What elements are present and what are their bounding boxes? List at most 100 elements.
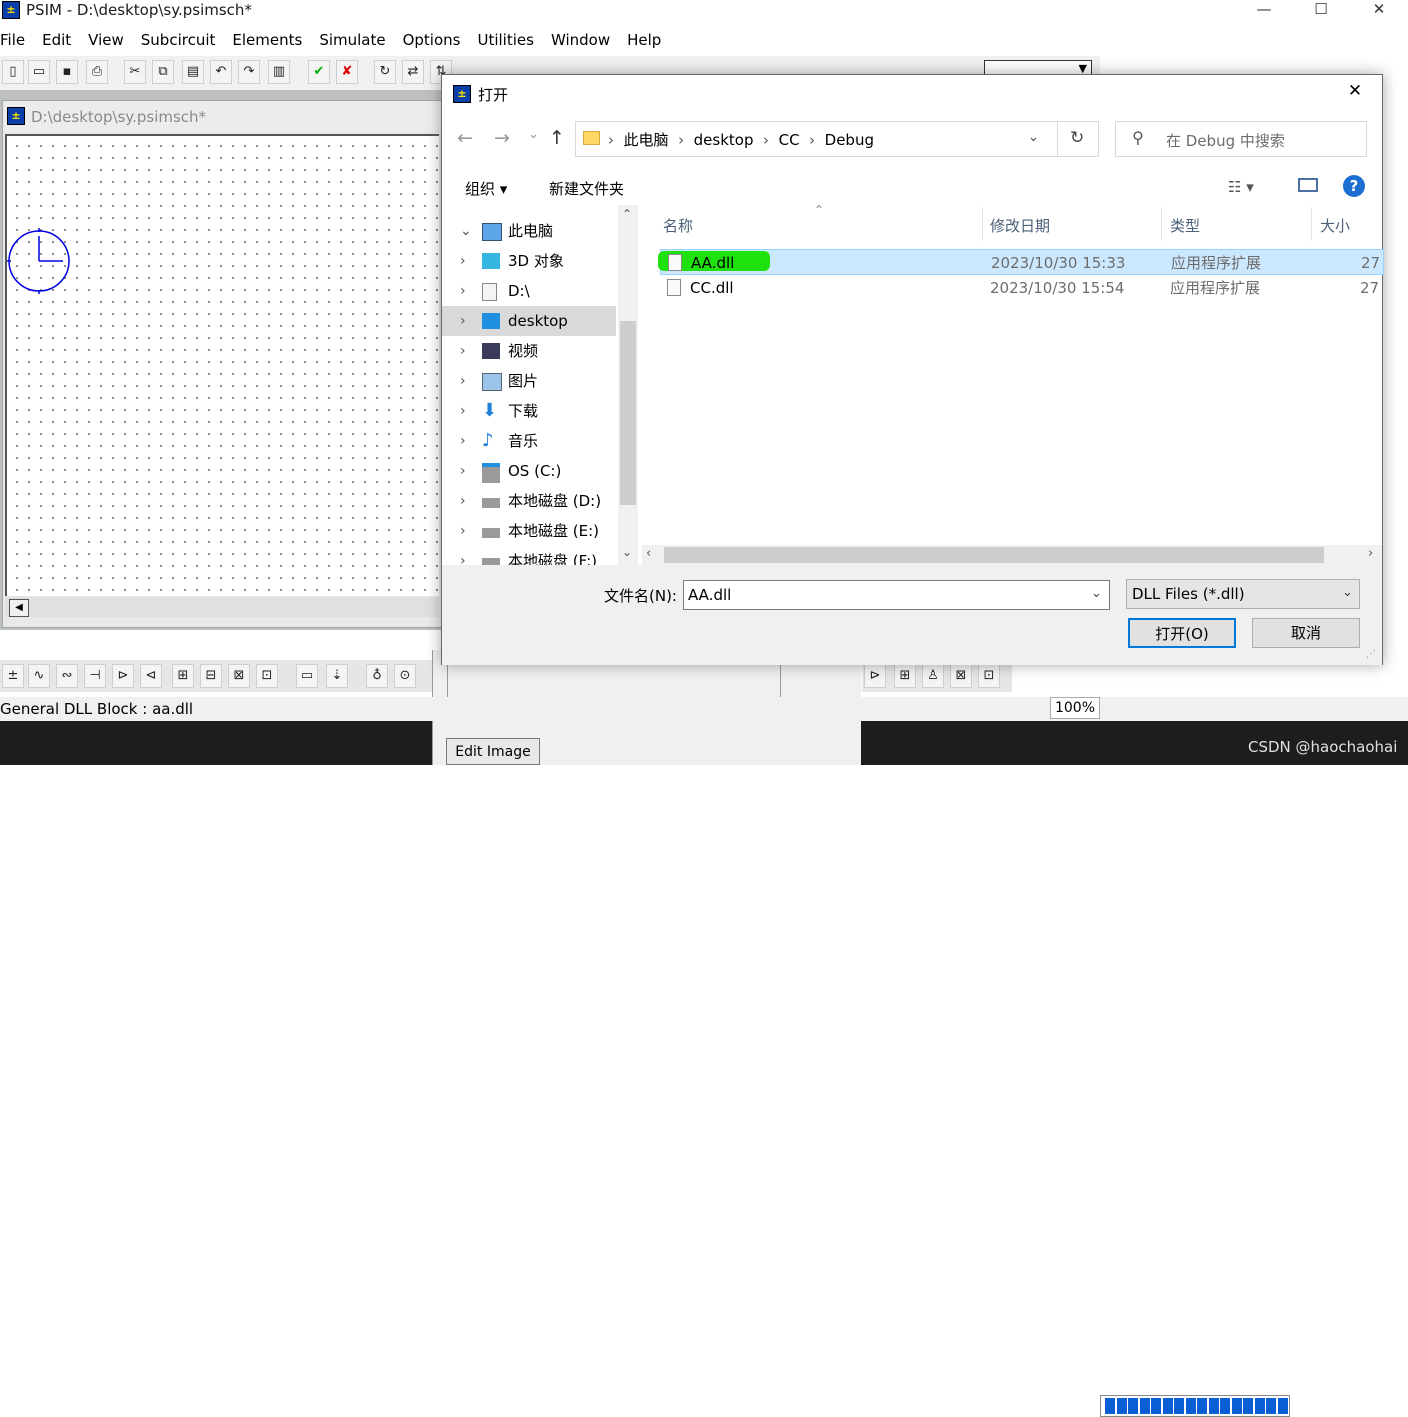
cancel-x-icon[interactable]: ✘ bbox=[336, 60, 358, 84]
new-folder-button[interactable]: 新建文件夹 bbox=[549, 178, 624, 199]
inductor-icon[interactable]: ∾ bbox=[56, 664, 78, 688]
nav-item-local-f[interactable]: › 本地磁盘 (F:) bbox=[442, 546, 616, 565]
clock-source-symbol[interactable] bbox=[7, 226, 77, 296]
maximize-button[interactable]: ☐ bbox=[1298, 0, 1344, 20]
dll-block-icon[interactable]: ⊡ bbox=[978, 664, 1000, 688]
help-icon[interactable]: ? bbox=[1343, 175, 1365, 197]
scroll-left-icon[interactable]: ◀ bbox=[9, 599, 29, 617]
refresh-icon[interactable]: ↻ bbox=[1070, 128, 1084, 148]
nav-item-c-drive[interactable]: › OS (C:) bbox=[442, 456, 616, 486]
copy-icon[interactable]: ⧉ bbox=[152, 60, 174, 84]
column-type[interactable]: 类型 bbox=[1170, 215, 1200, 236]
scroll-up-icon[interactable]: ⌃ bbox=[622, 207, 632, 221]
save-icon[interactable]: ▪ bbox=[56, 60, 78, 84]
menu-edit[interactable]: Edit bbox=[42, 27, 79, 53]
preview-pane-icon[interactable] bbox=[1298, 178, 1318, 192]
undo-icon[interactable]: ↶ bbox=[210, 60, 232, 84]
scroll-left-icon[interactable]: ‹ bbox=[646, 546, 651, 561]
clipboard-icon[interactable]: ▥ bbox=[268, 60, 290, 84]
recent-locations-icon[interactable]: ⌄ bbox=[528, 127, 539, 142]
files-horizontal-scrollbar[interactable]: ‹ › bbox=[642, 545, 1382, 565]
nav-item-d-drive[interactable]: › D:\ bbox=[442, 276, 616, 306]
file-type-filter[interactable]: DLL Files (*.dll) ⌄ bbox=[1126, 579, 1360, 609]
cancel-button[interactable]: 取消 bbox=[1252, 618, 1360, 648]
resize-grip-icon[interactable]: ⋰ bbox=[1366, 649, 1376, 660]
files-scroll-thumb[interactable] bbox=[664, 547, 1324, 563]
print-icon[interactable]: ⎙ bbox=[86, 60, 108, 84]
address-bar[interactable]: › 此电脑 › desktop › CC › Debug ⌄ ↻ bbox=[575, 121, 1099, 157]
amplifier-icon[interactable]: ⊳ bbox=[864, 664, 886, 688]
breadcrumb-item[interactable]: CC bbox=[779, 131, 800, 149]
mosfet-icon[interactable]: ⊞ bbox=[172, 664, 194, 688]
menu-utilities[interactable]: Utilities bbox=[477, 27, 541, 53]
block-icon[interactable]: ⊞ bbox=[894, 664, 916, 688]
rotate-icon[interactable]: ↻ bbox=[374, 60, 396, 84]
column-size[interactable]: 大小 bbox=[1320, 215, 1350, 236]
cut-icon[interactable]: ✂ bbox=[124, 60, 146, 84]
current-source-icon[interactable]: ⇣ bbox=[326, 664, 348, 688]
menu-subcircuit[interactable]: Subcircuit bbox=[141, 27, 224, 53]
ground-icon[interactable]: ± bbox=[2, 664, 24, 688]
view-options-icon[interactable]: ☷ ▾ bbox=[1228, 178, 1254, 196]
close-button[interactable]: ✕ bbox=[1356, 0, 1402, 20]
column-date[interactable]: 修改日期 bbox=[990, 215, 1050, 236]
redo-icon[interactable]: ↷ bbox=[238, 60, 260, 84]
thyristor-icon[interactable]: ⊲ bbox=[140, 664, 162, 688]
node-icon[interactable]: ♙ bbox=[922, 664, 944, 688]
capacitor-icon[interactable]: ⊣ bbox=[84, 664, 106, 688]
resistor-icon[interactable]: ∿ bbox=[28, 664, 50, 688]
organize-button[interactable]: 组织 ▾ bbox=[465, 178, 507, 199]
search-input[interactable]: ⚲ 在 Debug 中搜索 bbox=[1115, 121, 1367, 157]
voltage-probe-icon[interactable]: ▭ bbox=[296, 664, 318, 688]
back-arrow-icon[interactable]: ← bbox=[457, 127, 473, 149]
chevron-down-icon[interactable]: ⌄ bbox=[1091, 586, 1102, 601]
nav-item-music[interactable]: › ♪ 音乐 bbox=[442, 426, 616, 456]
breadcrumb-item[interactable]: desktop bbox=[694, 131, 754, 149]
nav-item-local-e[interactable]: › 本地磁盘 (E:) bbox=[442, 516, 616, 546]
forward-arrow-icon[interactable]: → bbox=[494, 127, 510, 149]
nav-item-this-pc[interactable]: ⌄ 此电脑 bbox=[442, 216, 616, 246]
column-name[interactable]: 名称 bbox=[663, 215, 693, 236]
new-file-icon[interactable]: ▯ bbox=[2, 60, 24, 84]
up-arrow-icon[interactable]: ↑ bbox=[549, 127, 565, 149]
canvas-horizontal-scrollbar[interactable]: ◀ bbox=[5, 597, 439, 617]
schematic-canvas[interactable] bbox=[5, 134, 439, 596]
nav-item-pictures[interactable]: › 图片 bbox=[442, 366, 616, 396]
scroll-down-icon[interactable]: ⌄ bbox=[622, 545, 632, 559]
menu-help[interactable]: Help bbox=[627, 27, 669, 53]
menu-elements[interactable]: Elements bbox=[232, 27, 310, 53]
menu-view[interactable]: View bbox=[88, 27, 132, 53]
diode-icon[interactable]: ⊳ bbox=[112, 664, 134, 688]
nav-item-3d-objects[interactable]: › 3D 对象 bbox=[442, 246, 616, 276]
nav-item-downloads[interactable]: › ⬇ 下载 bbox=[442, 396, 616, 426]
nav-item-desktop[interactable]: › desktop bbox=[442, 306, 616, 336]
chevron-down-icon[interactable]: ⌄ bbox=[1342, 585, 1353, 600]
open-button[interactable]: 打开(O) bbox=[1128, 618, 1236, 648]
subckt-icon[interactable]: ⊠ bbox=[950, 664, 972, 688]
gate-icon[interactable]: ⊡ bbox=[256, 664, 278, 688]
open-folder-icon[interactable]: ▭ bbox=[28, 60, 50, 84]
menu-window[interactable]: Window bbox=[551, 27, 618, 53]
menu-simulate[interactable]: Simulate bbox=[319, 27, 393, 53]
breadcrumb-item[interactable]: 此电脑 bbox=[624, 131, 669, 149]
breadcrumb-item[interactable]: Debug bbox=[825, 131, 874, 149]
minimize-button[interactable]: — bbox=[1241, 0, 1287, 20]
file-row[interactable]: AA.dll 2023/10/30 15:33 应用程序扩展 27 bbox=[658, 249, 1384, 275]
switch-icon[interactable]: ⊠ bbox=[228, 664, 250, 688]
dialog-close-icon[interactable]: ✕ bbox=[1340, 81, 1370, 105]
filename-input[interactable]: AA.dll ⌄ bbox=[683, 580, 1110, 610]
paste-icon[interactable]: ▤ bbox=[182, 60, 204, 84]
nav-item-videos[interactable]: › 视频 bbox=[442, 336, 616, 366]
menu-options[interactable]: Options bbox=[403, 27, 469, 53]
menu-file[interactable]: File bbox=[0, 27, 33, 53]
ammeter-icon[interactable]: ⊙ bbox=[394, 664, 416, 688]
nav-scroll-thumb[interactable] bbox=[620, 321, 636, 505]
voltmeter-icon[interactable]: ♁ bbox=[366, 664, 388, 688]
scroll-right-icon[interactable]: › bbox=[1368, 546, 1373, 561]
check-icon[interactable]: ✔ bbox=[308, 60, 330, 84]
nav-item-local-d[interactable]: › 本地磁盘 (D:) bbox=[442, 486, 616, 516]
igbt-icon[interactable]: ⊟ bbox=[200, 664, 222, 688]
flip-icon[interactable]: ⇄ bbox=[402, 60, 424, 84]
address-dropdown-icon[interactable]: ⌄ bbox=[1028, 130, 1039, 145]
edit-image-button[interactable]: Edit Image bbox=[446, 738, 540, 765]
